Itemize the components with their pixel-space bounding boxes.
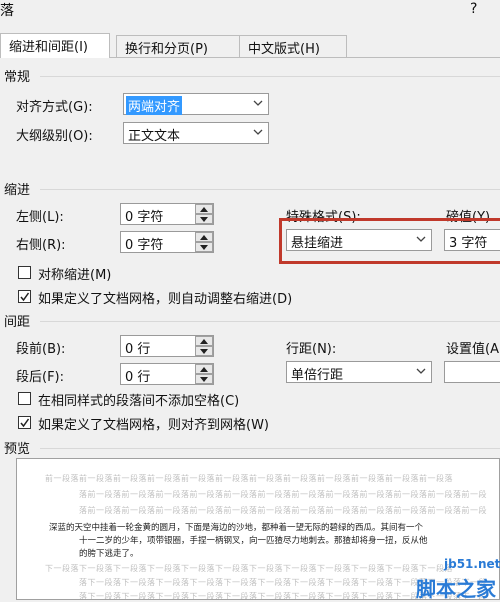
left-indent-label: 左侧(L): <box>16 210 64 225</box>
alignment-select[interactable]: 两端对齐 <box>123 93 269 115</box>
tab-line-page-breaks[interactable]: 换行和分页(P) <box>116 35 240 57</box>
mirror-indents-label: 对称缩进(M) <box>38 268 112 283</box>
preview-divider <box>40 448 500 449</box>
spin-down-icon[interactable] <box>195 374 213 384</box>
space-before-spinner[interactable]: 0 行 <box>120 335 214 357</box>
help-button[interactable]: ? <box>470 1 477 17</box>
right-indent-spinner[interactable]: 0 字符 <box>120 231 214 253</box>
outline-level-select[interactable]: 正文文本 <box>123 122 269 144</box>
checkmark-icon <box>20 292 30 302</box>
no-space-same-style-checkbox[interactable] <box>18 392 31 405</box>
line-spacing-value: 单倍行距 <box>291 368 344 383</box>
general-divider <box>40 76 500 77</box>
space-before-value: 0 行 <box>125 342 151 357</box>
outline-level-label: 大纲级别(O): <box>16 129 93 144</box>
alignment-label: 对齐方式(G): <box>16 100 93 115</box>
snap-to-grid-checkbox[interactable] <box>18 416 31 429</box>
space-after-label: 段后(F): <box>16 370 65 385</box>
alignment-value: 两端对齐 <box>126 96 183 115</box>
outline-level-value: 正文文本 <box>128 129 181 144</box>
line-spacing-select[interactable]: 单倍行距 <box>286 361 432 383</box>
snap-to-grid-label: 如果定义了文档网格，则对齐到网格(W) <box>38 418 269 433</box>
preview-sample-line: 十一二岁的少年，项带银圈，手捏一柄钢叉，向一匹猹尽力地刺去。那猹却将身一扭，反从… <box>79 536 428 546</box>
line-spacing-label: 行距(N): <box>286 342 337 357</box>
spin-up-icon[interactable] <box>195 204 213 214</box>
checkmark-icon <box>20 418 30 428</box>
general-heading: 常规 <box>4 70 31 85</box>
right-indent-label: 右侧(R): <box>16 238 66 253</box>
spacing-heading: 间距 <box>4 315 31 330</box>
spin-down-icon[interactable] <box>195 346 213 356</box>
chevron-down-icon <box>247 123 268 143</box>
tab-asian-typography[interactable]: 中文版式(H) <box>239 35 347 57</box>
space-after-spinner[interactable]: 0 行 <box>120 363 214 385</box>
watermark-site: jb51.net <box>444 557 500 571</box>
spin-down-icon[interactable] <box>195 214 213 224</box>
spacing-at-label: 设置值(A <box>446 342 499 357</box>
chevron-down-icon <box>247 94 268 114</box>
preview-sample-line: 的胯下逃走了。 <box>79 549 139 559</box>
left-indent-spinner[interactable]: 0 字符 <box>120 203 214 225</box>
spin-up-icon[interactable] <box>195 364 213 374</box>
chevron-down-icon <box>410 362 431 382</box>
spacing-at-spinner[interactable] <box>444 361 500 383</box>
preview-sample-line: 深蓝的天空中挂着一轮金黄的圆月，下面是海边的沙地，都种着一望无际的碧绿的西瓜。其… <box>49 523 424 533</box>
right-indent-value: 0 字符 <box>125 238 164 253</box>
watermark-name: 脚本之家 <box>416 577 496 601</box>
dialog-title: 落 <box>0 3 14 19</box>
auto-adjust-indent-checkbox[interactable] <box>18 290 31 303</box>
preview-heading: 预览 <box>4 442 31 457</box>
space-after-value: 0 行 <box>125 370 151 385</box>
preview-prev-line: 落前一段落前一段落前一段落前一段落前一段落前一段落前一段落前一段落前一段落前一段… <box>79 506 487 515</box>
no-space-same-style-label: 在相同样式的段落间不添加空格(C) <box>38 394 240 409</box>
highlight-box <box>279 218 500 264</box>
preview-prev-line: 落前一段落前一段落前一段落前一段落前一段落前一段落前一段落前一段落前一段落前一段… <box>79 490 487 499</box>
spacing-divider <box>40 321 500 322</box>
space-before-label: 段前(B): <box>16 342 66 357</box>
indent-heading: 缩进 <box>4 183 31 198</box>
spin-up-icon[interactable] <box>195 336 213 346</box>
mirror-indents-checkbox[interactable] <box>18 266 31 279</box>
tab-indents-spacing[interactable]: 缩进和间距(I) <box>0 33 110 58</box>
preview-next-line: 下一段落下一段落下一段落下一段落下一段落下一段落下一段落下一段落下一段落下一段落… <box>45 564 453 573</box>
left-indent-value: 0 字符 <box>125 210 164 225</box>
auto-adjust-indent-label: 如果定义了文档网格，则自动调整右缩进(D) <box>38 292 293 307</box>
spin-up-icon[interactable] <box>195 232 213 242</box>
indent-divider <box>40 189 500 190</box>
preview-prev-line: 前一段落前一段落前一段落前一段落前一段落前一段落前一段落前一段落前一段落前一段落… <box>45 474 453 483</box>
spin-down-icon[interactable] <box>195 242 213 252</box>
